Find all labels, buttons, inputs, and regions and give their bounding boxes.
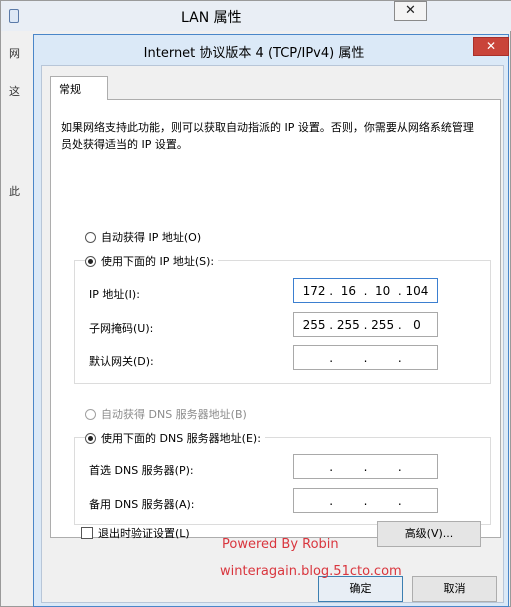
auto-dns-radio[interactable] xyxy=(85,408,96,420)
ip-octet: 10 xyxy=(374,283,391,298)
network-adapter-icon xyxy=(9,9,19,23)
lan-window-title: LAN 属性 xyxy=(181,10,242,26)
manual-ip-radio[interactable] xyxy=(85,255,96,267)
alternate-dns-input[interactable]: . . . xyxy=(293,488,438,513)
lan-titlebar: LAN 属性 ✕ xyxy=(1,1,511,31)
tab-general[interactable]: 常规 xyxy=(50,76,108,100)
octet-separator: . xyxy=(397,350,402,365)
octet-separator: . xyxy=(329,317,334,332)
lan-close-button[interactable]: ✕ xyxy=(394,1,427,21)
auto-dns-label: 自动获得 DNS 服务器地址(B) xyxy=(101,408,247,421)
octet-separator: . xyxy=(363,283,368,298)
watermark-line-2: winteragain.blog.51cto.com xyxy=(220,564,402,579)
validate-settings-label: 退出时验证设置(L) xyxy=(98,527,190,540)
ip-octet: 255 xyxy=(336,317,360,332)
preferred-dns-label: 首选 DNS 服务器(P): xyxy=(89,464,194,477)
manual-dns-label: 使用下面的 DNS 服务器地址(E): xyxy=(101,432,261,445)
octet-separator: . xyxy=(397,283,402,298)
octet-separator: . xyxy=(329,459,334,474)
default-gateway-label: 默认网关(D): xyxy=(89,355,154,368)
validate-settings-option[interactable]: 退出时验证设置(L) xyxy=(81,525,190,541)
octet-separator: . xyxy=(329,493,334,508)
subnet-mask-input[interactable]: 255. 255. 255. 0 xyxy=(293,312,438,337)
watermark-line-1: Powered By Robin xyxy=(222,537,339,552)
octet-separator: . xyxy=(363,459,368,474)
advanced-button[interactable]: 高级(V)... xyxy=(377,521,481,547)
auto-ip-radio[interactable] xyxy=(85,231,96,243)
octet-separator: . xyxy=(329,283,334,298)
octet-separator: . xyxy=(397,459,402,474)
octet-separator: . xyxy=(397,317,402,332)
subnet-mask-label: 子网掩码(U): xyxy=(89,322,154,335)
lan-fragment-text: 此 xyxy=(9,185,20,198)
auto-ip-label: 自动获得 IP 地址(O) xyxy=(101,231,202,244)
ip-octet: 16 xyxy=(340,283,356,298)
dialog-close-button[interactable]: ✕ xyxy=(473,37,509,56)
general-tab-panel: 如果网络支持此功能，则可以获取自动指派的 IP 设置。否则，你需要从网络系统管理… xyxy=(50,99,501,538)
dialog-client-area: 常规 如果网络支持此功能，则可以获取自动指派的 IP 设置。否则，你需要从网络系… xyxy=(41,65,504,603)
auto-ip-option[interactable]: 自动获得 IP 地址(O) xyxy=(85,229,201,245)
ip-octet: 255 xyxy=(302,317,326,332)
manual-ip-option[interactable]: 使用下面的 IP 地址(S): xyxy=(85,253,219,269)
preferred-dns-input[interactable]: . . . xyxy=(293,454,438,479)
ip-octet: 104 xyxy=(405,283,429,298)
ip-address-input[interactable]: 172. 16. 10. 104 xyxy=(293,278,438,303)
octet-separator: . xyxy=(397,493,402,508)
alternate-dns-label: 备用 DNS 服务器(A): xyxy=(89,498,195,511)
octet-separator: . xyxy=(363,493,368,508)
validate-settings-checkbox[interactable] xyxy=(81,527,93,539)
manual-ip-label: 使用下面的 IP 地址(S): xyxy=(101,255,215,268)
ip-octet: 0 xyxy=(413,317,421,332)
auto-dns-option[interactable]: 自动获得 DNS 服务器地址(B) xyxy=(85,406,247,422)
ok-button[interactable]: 确定 xyxy=(318,576,403,602)
cancel-button[interactable]: 取消 xyxy=(412,576,497,602)
ipv4-properties-dialog: Internet 协议版本 4 (TCP/IPv4) 属性 ✕ 常规 如果网络支… xyxy=(33,34,509,607)
ip-address-group: 使用下面的 IP 地址(S): IP 地址(I): 172. 16. 10. 1… xyxy=(74,253,491,384)
ip-octet: 172 xyxy=(302,283,326,298)
default-gateway-input[interactable]: . . . xyxy=(293,345,438,370)
octet-separator: . xyxy=(363,350,368,365)
description-text: 如果网络支持此功能，则可以获取自动指派的 IP 设置。否则，你需要从网络系统管理… xyxy=(61,121,474,151)
octet-separator: . xyxy=(363,317,368,332)
manual-dns-option[interactable]: 使用下面的 DNS 服务器地址(E): xyxy=(85,430,265,446)
ip-octet: 255 xyxy=(371,317,395,332)
manual-dns-radio[interactable] xyxy=(85,432,96,444)
ip-address-label: IP 地址(I): xyxy=(89,288,140,301)
dns-server-group: 使用下面的 DNS 服务器地址(E): 首选 DNS 服务器(P): . . .… xyxy=(74,430,491,525)
octet-separator: . xyxy=(329,350,334,365)
dialog-title: Internet 协议版本 4 (TCP/IPv4) 属性 xyxy=(143,46,365,61)
lan-fragment-text: 网 xyxy=(9,47,20,60)
lan-fragment-text: 这 xyxy=(9,85,20,98)
